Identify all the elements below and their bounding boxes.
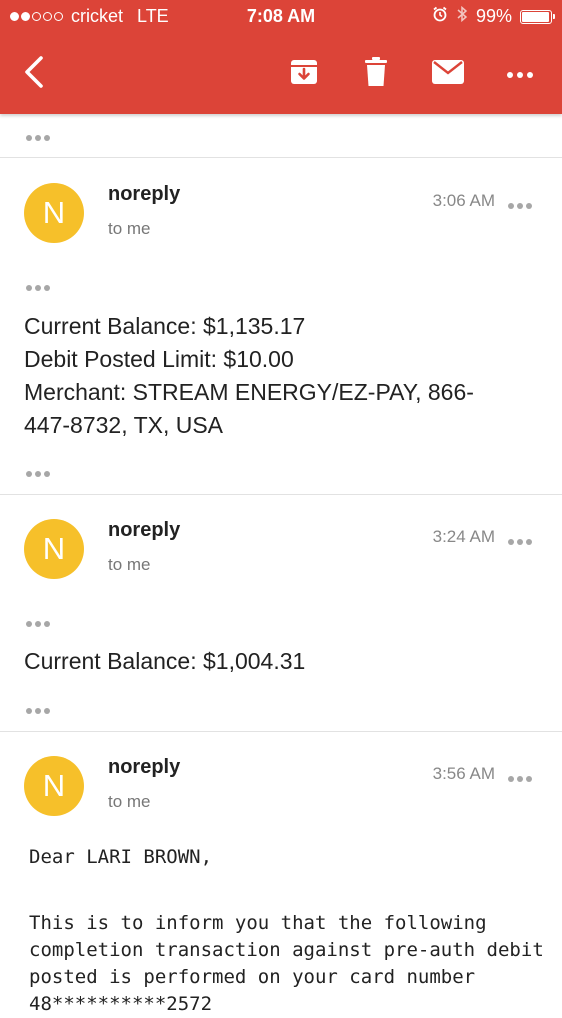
- message-more-button[interactable]: [508, 532, 532, 550]
- recipient-details[interactable]: to me: [108, 219, 151, 239]
- app-bar: cricket LTE 7:08 AM 99%: [0, 0, 562, 114]
- merchant-line: Merchant: STREAM ENERGY/EZ-PAY, 866-: [24, 379, 474, 405]
- greeting-line: Dear LARI BROWN,: [29, 846, 213, 868]
- ellipsis-icon: [26, 621, 50, 627]
- show-trimmed-content-button[interactable]: [26, 701, 50, 719]
- ellipsis-icon: [26, 471, 50, 477]
- message-more-button[interactable]: [508, 196, 532, 214]
- status-right: 99%: [432, 5, 555, 28]
- message-card: N noreply to me 3:56 AM Dear LARI BROWN,…: [0, 732, 562, 1015]
- message-card: N noreply to me 3:24 AM Current Balance:…: [0, 495, 562, 731]
- body-line: posted is performed on your card number: [29, 966, 476, 988]
- avatar[interactable]: N: [24, 519, 84, 579]
- ellipsis-icon: [26, 285, 50, 291]
- more-options-button[interactable]: [498, 52, 542, 96]
- body-line: completion transaction against pre-auth …: [29, 939, 544, 961]
- limit-line: Debit Posted Limit: $10.00: [24, 346, 294, 372]
- alarm-icon: [432, 6, 448, 27]
- avatar[interactable]: N: [24, 183, 84, 243]
- sender-name: noreply: [108, 183, 181, 205]
- message-time: 3:24 AM: [432, 527, 495, 546]
- more-horizontal-icon: [508, 203, 532, 209]
- show-trimmed-content-button[interactable]: [26, 278, 50, 296]
- back-button[interactable]: [12, 52, 56, 96]
- delete-button[interactable]: [354, 52, 398, 96]
- balance-line: Current Balance: $1,004.31: [24, 648, 306, 674]
- more-horizontal-icon: [508, 776, 532, 782]
- ellipsis-icon: [26, 135, 50, 141]
- archive-button[interactable]: [282, 52, 326, 96]
- chevron-left-icon: [22, 55, 46, 94]
- ellipsis-icon: [26, 708, 50, 714]
- show-trimmed-content-button[interactable]: [26, 464, 50, 482]
- message-card: N noreply to me 3:06 AM Current Balance:…: [0, 158, 562, 494]
- battery-percent: 99%: [475, 6, 512, 26]
- message-time: 3:56 AM: [432, 764, 495, 783]
- recipient-details[interactable]: to me: [108, 792, 151, 812]
- sender-name: noreply: [108, 519, 181, 541]
- sender-name: noreply: [108, 756, 181, 778]
- body-line: This is to inform you that the following: [29, 912, 487, 934]
- merchant-line-cont: 447-8732, TX, USA: [24, 412, 224, 438]
- avatar[interactable]: N: [24, 756, 84, 816]
- archive-icon: [289, 57, 319, 92]
- battery-icon: [520, 9, 555, 24]
- recipient-details[interactable]: to me: [108, 555, 151, 575]
- show-trimmed-content-button[interactable]: [26, 128, 50, 146]
- mark-unread-button[interactable]: [426, 52, 470, 96]
- balance-line: Current Balance: $1,135.17: [24, 313, 306, 339]
- mail-icon: [432, 59, 464, 89]
- more-horizontal-icon: [508, 539, 532, 545]
- bluetooth-icon: [456, 5, 468, 28]
- message-time: 3:06 AM: [432, 191, 495, 210]
- toolbar: [0, 42, 562, 104]
- trash-icon: [364, 56, 388, 92]
- card-number-line: 48**********2572: [29, 993, 213, 1015]
- more-horizontal-icon: [507, 65, 533, 83]
- message-more-button[interactable]: [508, 769, 532, 787]
- show-trimmed-content-button[interactable]: [26, 614, 50, 632]
- status-bar: cricket LTE 7:08 AM 99%: [0, 0, 562, 32]
